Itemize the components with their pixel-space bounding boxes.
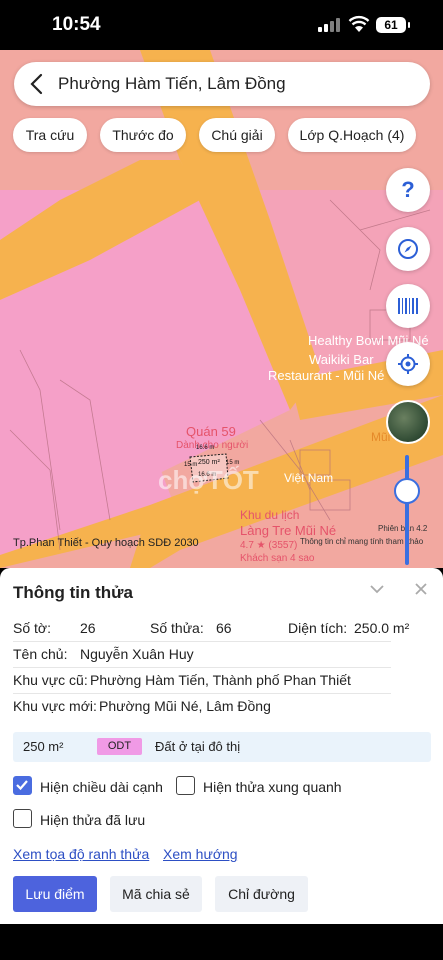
poi-label: Restaurant - Mũi Né [268, 368, 385, 383]
home-indicator-area [0, 924, 443, 960]
chip-tra-cuu[interactable]: Tra cứu [13, 118, 87, 152]
crosshair-icon [398, 354, 418, 374]
old-area-value: Phường Hàm Tiến, Thành phố Phan Thiết [90, 672, 351, 688]
checkmark-icon [16, 780, 28, 791]
land-type-value: Đất ở tại đô thị [155, 739, 241, 754]
close-icon[interactable] [412, 580, 430, 598]
chip-lop-quy-hoach[interactable]: Lớp Q.Hoạch (4) [288, 118, 416, 152]
land-area-value: 250 m² [23, 739, 64, 754]
help-button[interactable]: ? [386, 168, 430, 212]
barcode-icon [398, 298, 418, 314]
status-bar: 10:54 61 [0, 0, 443, 50]
location-title: Phường Hàm Tiến, Lâm Đồng [58, 74, 286, 93]
saved-parcels-checkbox-label[interactable]: Hiện thửa đã lưu [40, 812, 145, 828]
so-to-value: 26 [80, 620, 96, 636]
opacity-slider-track[interactable] [405, 455, 409, 565]
share-code-button[interactable]: Mã chia sẻ [110, 876, 202, 912]
chip-thuoc-do[interactable]: Thước đo [100, 118, 186, 152]
wifi-icon [348, 15, 370, 32]
poi-label: Quán 59 [186, 424, 236, 439]
land-use-row: 250 m² ODT Đất ở tại đô thị [13, 732, 431, 762]
poi-label: Việt Nam [284, 471, 334, 485]
owner-value: Nguyễn Xuân Huy [80, 646, 194, 662]
neighbors-checkbox-label[interactable]: Hiện thửa xung quanh [203, 779, 342, 795]
sheet-title: Thông tin thửa [13, 583, 133, 602]
status-time: 10:54 [52, 14, 101, 35]
poi-label: Khu du lịch [240, 508, 300, 522]
plan-layer-label: Tp.Phan Thiết - Quy hoạch SDĐ 2030 [13, 537, 199, 549]
so-to-label: Số tờ: [13, 620, 51, 636]
new-area-label: Khu vực mới: [13, 698, 97, 714]
dien-tich-value: 250.0 m² [354, 620, 410, 636]
locate-button[interactable] [386, 342, 430, 386]
view-direction-link[interactable]: Xem hướng [163, 846, 238, 862]
divider [13, 667, 391, 668]
watermark: chợTỐT [158, 465, 259, 495]
directions-button[interactable]: Chỉ đường [215, 876, 308, 912]
poi-label: Waikiki Bar [309, 352, 374, 367]
satellite-layer-button[interactable] [386, 400, 430, 444]
edge-length-label: 16.6 m [196, 445, 215, 451]
battery-icon: 61 [376, 17, 410, 33]
divider [13, 693, 391, 694]
saved-parcels-checkbox[interactable] [13, 809, 32, 828]
neighbors-checkbox[interactable] [176, 776, 195, 795]
so-thua-label: Số thửa: [150, 620, 204, 636]
edge-length-checkbox[interactable] [13, 776, 32, 795]
barcode-button[interactable] [386, 284, 430, 328]
chevron-down-icon[interactable] [368, 580, 386, 598]
view-coordinates-link[interactable]: Xem tọa độ ranh thửa [13, 846, 149, 862]
question-icon: ? [401, 177, 415, 202]
poi-label: Khách sạn 4 sao [240, 553, 315, 564]
compass-icon [398, 239, 418, 259]
poi-rating: 4.7 ★ (3557) [240, 540, 298, 551]
opacity-slider-knob[interactable] [394, 478, 420, 504]
parcel-info-sheet: Thông tin thửa Số tờ: 26 Số thửa: 66 Diệ… [0, 568, 443, 924]
owner-label: Tên chủ: [13, 646, 68, 662]
back-arrow-icon[interactable] [30, 73, 44, 95]
save-point-button[interactable]: Lưu điểm [13, 876, 97, 912]
signal-icon [318, 18, 340, 32]
version-label: Phiên bản 4.2 [378, 524, 428, 533]
old-area-label: Khu vực cũ: [13, 672, 88, 688]
land-code-badge: ODT [97, 738, 142, 755]
dien-tich-label: Diện tích: [288, 620, 348, 636]
so-thua-value: 66 [216, 620, 232, 636]
chip-chu-giai[interactable]: Chú giải [199, 118, 275, 152]
compass-button[interactable] [386, 227, 430, 271]
divider [13, 641, 391, 642]
edge-length-checkbox-label[interactable]: Hiện chiều dài cạnh [40, 779, 163, 795]
search-bar[interactable]: Phường Hàm Tiến, Lâm Đồng [14, 62, 430, 106]
poi-label: Làng Tre Mũi Né [240, 523, 337, 538]
new-area-value: Phường Mũi Né, Lâm Đồng [99, 698, 271, 714]
